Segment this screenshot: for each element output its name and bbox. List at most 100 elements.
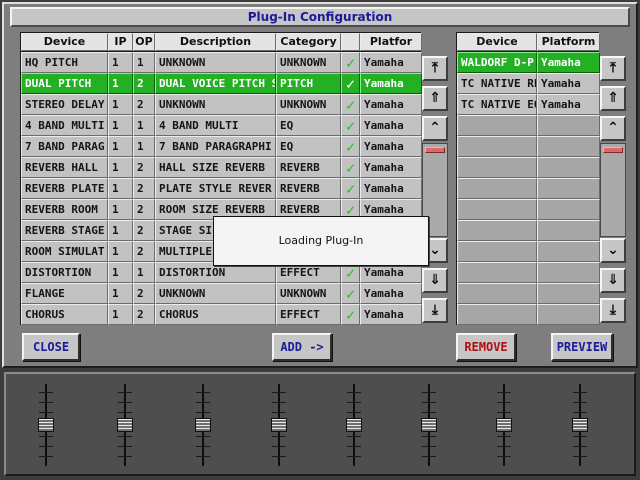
cell-description[interactable]: 4 BAND MULTI [155, 115, 276, 136]
left-scroll-page-up-button[interactable]: ⇑ [422, 86, 448, 111]
cell-platform[interactable]: Yamaha [360, 157, 422, 178]
right-scroll-track[interactable] [600, 143, 626, 237]
fader-handle[interactable] [195, 418, 211, 432]
cell-device[interactable]: REVERB STAGE [21, 220, 108, 241]
cell-device[interactable]: TC NATIVE EQ [457, 94, 537, 115]
right-scroll-top-button[interactable]: ⤒ [600, 56, 626, 81]
cell-category[interactable]: EQ [276, 115, 341, 136]
cell-op[interactable]: 2 [133, 94, 155, 115]
cell-device[interactable]: ROOM SIMULAT [21, 241, 108, 262]
channel-fader[interactable] [494, 384, 514, 466]
cell-enabled[interactable]: ✓ [341, 283, 360, 304]
column-header-category[interactable]: Category [276, 33, 341, 51]
cell-platform[interactable]: Yamaha [360, 115, 422, 136]
cell-op[interactable]: 2 [133, 73, 155, 94]
cell-enabled[interactable]: ✓ [341, 157, 360, 178]
channel-fader[interactable] [269, 384, 289, 466]
cell-ip[interactable]: 1 [108, 52, 133, 73]
fader-handle[interactable] [572, 418, 588, 432]
cell-op[interactable]: 1 [133, 136, 155, 157]
cell-platform[interactable]: Yamaha [360, 52, 422, 73]
cell-description[interactable]: UNKNOWN [155, 94, 276, 115]
cell-device[interactable]: REVERB HALL [21, 157, 108, 178]
cell-enabled[interactable]: ✓ [341, 178, 360, 199]
right-scroll-up-button[interactable]: ⌃ [600, 116, 626, 141]
column-header-op[interactable]: OP [133, 33, 155, 51]
preview-button[interactable]: PREVIEW [551, 333, 613, 361]
add-button[interactable]: ADD -> [272, 333, 332, 361]
left-scroll-page-down-button[interactable]: ⇓ [422, 268, 448, 293]
right-scroll-thumb[interactable] [603, 147, 623, 153]
cell-description[interactable]: HALL SIZE REVERB [155, 157, 276, 178]
cell-enabled[interactable]: ✓ [341, 304, 360, 325]
cell-description[interactable]: UNKNOWN [155, 283, 276, 304]
channel-fader[interactable] [344, 384, 364, 466]
cell-platform[interactable]: Yamaha [360, 283, 422, 304]
column-header-platform[interactable]: Platfor [360, 33, 422, 51]
cell-enabled[interactable]: ✓ [341, 136, 360, 157]
cell-device[interactable]: HQ PITCH [21, 52, 108, 73]
column-header-ip[interactable]: IP [108, 33, 133, 51]
cell-op[interactable]: 1 [133, 52, 155, 73]
right-scroll-page-up-button[interactable]: ⇑ [600, 86, 626, 111]
fader-handle[interactable] [271, 418, 287, 432]
cell-description[interactable]: CHORUS [155, 304, 276, 325]
column-header-platform[interactable]: Platform [537, 33, 600, 51]
cell-category[interactable]: UNKNOWN [276, 52, 341, 73]
close-button[interactable]: CLOSE [22, 333, 80, 361]
remove-button[interactable]: REMOVE [456, 333, 516, 361]
cell-platform[interactable]: Yamaha [360, 136, 422, 157]
cell-device[interactable]: CHORUS [21, 304, 108, 325]
fader-handle[interactable] [38, 418, 54, 432]
cell-ip[interactable]: 1 [108, 262, 133, 283]
cell-description[interactable]: DUAL VOICE PITCH S [155, 73, 276, 94]
fader-handle[interactable] [496, 418, 512, 432]
right-scroll-down-button[interactable]: ⌄ [600, 238, 626, 263]
channel-fader[interactable] [193, 384, 213, 466]
cell-enabled[interactable]: ✓ [341, 73, 360, 94]
cell-description[interactable]: PLATE STYLE REVER [155, 178, 276, 199]
cell-category[interactable]: REVERB [276, 178, 341, 199]
cell-category[interactable]: UNKNOWN [276, 283, 341, 304]
cell-op[interactable]: 2 [133, 199, 155, 220]
left-scroll-thumb[interactable] [425, 147, 445, 153]
left-scroll-up-button[interactable]: ⌃ [422, 116, 448, 141]
channel-fader[interactable] [36, 384, 56, 466]
cell-device[interactable]: REVERB ROOM [21, 199, 108, 220]
channel-fader[interactable] [570, 384, 590, 466]
cell-op[interactable]: 2 [133, 157, 155, 178]
cell-device[interactable]: DUAL PITCH [21, 73, 108, 94]
cell-enabled[interactable]: ✓ [341, 52, 360, 73]
fader-handle[interactable] [346, 418, 362, 432]
cell-platform[interactable]: Yamaha [360, 304, 422, 325]
cell-ip[interactable]: 1 [108, 115, 133, 136]
cell-op[interactable]: 2 [133, 220, 155, 241]
cell-ip[interactable]: 1 [108, 283, 133, 304]
right-scroll-bottom-button[interactable]: ⤓ [600, 298, 626, 323]
cell-ip[interactable]: 1 [108, 304, 133, 325]
cell-device[interactable]: WALDORF D-P [457, 52, 537, 73]
left-scroll-top-button[interactable]: ⤒ [422, 56, 448, 81]
cell-op[interactable]: 2 [133, 283, 155, 304]
cell-platform[interactable]: Yamaha [537, 94, 600, 115]
column-header-description[interactable]: Description [155, 33, 276, 51]
cell-category[interactable]: EFFECT [276, 304, 341, 325]
column-header-device[interactable]: Device [457, 33, 537, 51]
cell-device[interactable]: 7 BAND PARAG [21, 136, 108, 157]
cell-op[interactable]: 2 [133, 178, 155, 199]
cell-ip[interactable]: 1 [108, 94, 133, 115]
cell-enabled[interactable]: ✓ [341, 115, 360, 136]
cell-category[interactable]: PITCH [276, 73, 341, 94]
cell-op[interactable]: 1 [133, 115, 155, 136]
cell-device[interactable]: DISTORTION [21, 262, 108, 283]
cell-op[interactable]: 1 [133, 262, 155, 283]
cell-device[interactable]: STEREO DELAY [21, 94, 108, 115]
cell-platform[interactable]: Yamaha [360, 178, 422, 199]
cell-category[interactable]: UNKNOWN [276, 94, 341, 115]
cell-device[interactable]: 4 BAND MULTI [21, 115, 108, 136]
column-header-device[interactable]: Device [21, 33, 108, 51]
cell-ip[interactable]: 1 [108, 241, 133, 262]
channel-fader[interactable] [115, 384, 135, 466]
cell-category[interactable]: EQ [276, 136, 341, 157]
cell-description[interactable]: 7 BAND PARAGRAPHI [155, 136, 276, 157]
